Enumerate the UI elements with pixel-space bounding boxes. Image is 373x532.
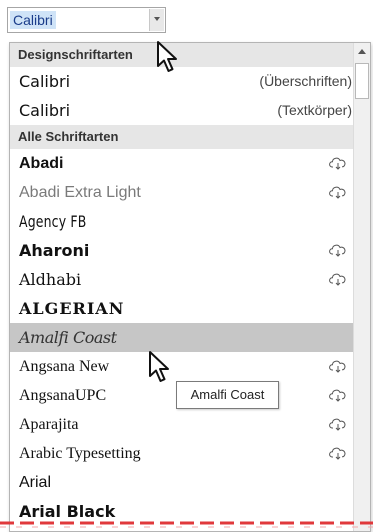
section-header-design-fonts: Designschriftarten [10, 43, 354, 67]
font-item-aparajita[interactable]: Aparajita [10, 410, 354, 439]
font-item-label: Arabic Typesetting [19, 445, 141, 462]
font-item-arabic-typesetting[interactable]: Arabic Typesetting [10, 439, 354, 468]
cloud-download-icon [329, 360, 346, 373]
cloud-download-icon [329, 157, 346, 170]
section-header-all-fonts: Alle Schriftarten [10, 125, 354, 149]
font-list: Designschriftarten Calibri (Überschrifte… [10, 43, 354, 526]
cloud-download-icon [329, 273, 346, 286]
font-item-label: Angsana New [19, 358, 110, 375]
font-dropdown-list: Designschriftarten Calibri (Überschrifte… [9, 42, 371, 532]
font-item-label: Amalfi Coast [19, 328, 117, 347]
cloud-download-icon [329, 389, 346, 402]
font-item-amalfi-coast[interactable]: Amalfi Coast [10, 323, 354, 352]
font-item-label: Aharoni [19, 241, 90, 260]
chevron-up-icon [358, 49, 366, 54]
font-item-aldhabi[interactable]: Aldhabi [10, 265, 354, 294]
font-item-label: Arial [19, 474, 52, 491]
cloud-download-icon [329, 244, 346, 257]
font-item-agency-fb[interactable]: Agency FB [10, 207, 354, 236]
font-item-label: ALGERIAN [19, 299, 125, 318]
font-item-label: Abadi Extra Light [19, 184, 141, 201]
font-item-label: Aparajita [19, 416, 79, 433]
scroll-thumb[interactable] [355, 63, 369, 99]
font-name-combobox[interactable]: Calibri [7, 7, 166, 33]
font-item-algerian[interactable]: ALGERIAN [10, 294, 354, 323]
font-item-role: (Überschriften) [259, 73, 352, 89]
font-preview-tooltip: Amalfi Coast [176, 381, 279, 409]
font-item-label: Calibri [19, 72, 71, 91]
chevron-down-icon [154, 17, 160, 21]
font-name-value[interactable]: Calibri [10, 11, 56, 29]
font-item-aharoni[interactable]: Aharoni [10, 236, 354, 265]
font-item-label: Abadi [19, 155, 64, 172]
scroll-up-button[interactable] [354, 43, 370, 60]
font-item-angsana-new[interactable]: Angsana New [10, 352, 354, 381]
font-dropdown-button[interactable] [149, 9, 164, 31]
font-item-label: Calibri [19, 101, 71, 120]
font-item-calibri-body[interactable]: Calibri (Textkörper) [10, 96, 354, 125]
font-item-label: Agency FB [19, 212, 87, 231]
mouse-pointer-icon [157, 41, 177, 72]
font-item-arial[interactable]: Arial [10, 468, 354, 497]
font-item-role: (Textkörper) [277, 102, 352, 118]
cloud-download-icon [329, 418, 346, 431]
font-item-abadi-extra-light[interactable]: Abadi Extra Light [10, 178, 354, 207]
font-item-calibri-headings[interactable]: Calibri (Überschriften) [10, 67, 354, 96]
cloud-download-icon [329, 186, 346, 199]
font-item-abadi[interactable]: Abadi [10, 149, 354, 178]
mouse-pointer-icon [149, 351, 169, 382]
font-item-label: AngsanaUPC [19, 387, 107, 404]
vertical-scrollbar[interactable] [353, 43, 370, 531]
cloud-download-icon [329, 447, 346, 460]
font-item-label: Aldhabi [19, 270, 82, 289]
torn-edge-decoration [0, 521, 373, 528]
